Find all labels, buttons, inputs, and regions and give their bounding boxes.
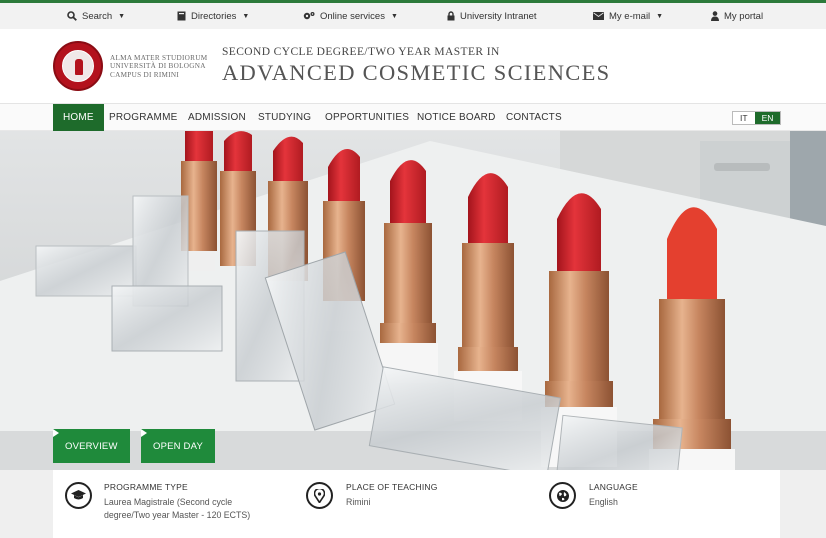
programme-info-panel: PROGRAMME TYPE Laurea Magistrale (Second… <box>53 470 780 538</box>
directories-menu[interactable]: Directories ▼ <box>177 3 249 29</box>
university-name[interactable]: ALMA MATER STUDIORUM UNIVERSITÀ DI BOLOG… <box>110 54 207 79</box>
book-icon <box>177 11 186 21</box>
place-of-teaching-label: PLACE OF TEACHING <box>346 482 438 492</box>
nav-item-contacts[interactable]: CONTACTS <box>506 104 562 131</box>
user-icon <box>711 11 719 21</box>
programme-info-strip: PROGRAMME TYPE Laurea Magistrale (Second… <box>0 470 826 538</box>
my-email-menu-label: My e-mail <box>609 10 651 22</box>
university-seal-logo[interactable] <box>53 41 103 91</box>
nav-item-opportunities[interactable]: OPPORTUNITIES <box>325 104 409 131</box>
open-day-button-label: OPEN DAY <box>153 440 203 452</box>
university-intranet-label: University Intranet <box>460 10 537 22</box>
programme-type-label: PROGRAMME TYPE <box>104 482 188 492</box>
utility-bar: Search ▼ Directories ▼ Online services ▼… <box>0 0 826 29</box>
language-label: LANGUAGE <box>589 482 638 492</box>
envelope-icon <box>593 12 604 20</box>
university-intranet-link[interactable]: University Intranet <box>447 3 537 29</box>
language-value: English <box>589 497 618 507</box>
programme-type-value: Laurea Magistrale (Second cycle degree/T… <box>104 496 250 522</box>
overview-button[interactable]: OVERVIEW <box>53 429 130 463</box>
chevron-down-icon: ▼ <box>390 12 398 20</box>
language-en[interactable]: EN <box>754 112 781 124</box>
chevron-down-icon: ▼ <box>242 12 250 20</box>
directories-menu-label: Directories <box>191 10 237 22</box>
nav-item-studying[interactable]: STUDYING <box>258 104 311 131</box>
online-services-menu[interactable]: Online services ▼ <box>303 3 398 29</box>
chevron-down-icon: ▼ <box>118 12 126 20</box>
search-menu-label: Search <box>82 10 113 22</box>
open-day-button[interactable]: OPEN DAY <box>141 429 215 463</box>
search-menu[interactable]: Search ▼ <box>67 3 125 29</box>
nav-item-notice-board[interactable]: NOTICE BOARD <box>417 104 496 131</box>
triangle-right-icon <box>141 429 147 437</box>
my-portal-link[interactable]: My portal <box>711 3 763 29</box>
degree-subtitle: SECOND CYCLE DEGREE/TWO YEAR MASTER IN <box>222 46 500 58</box>
nav-item-programme[interactable]: PROGRAMME <box>109 104 177 131</box>
my-email-menu[interactable]: My e-mail ▼ <box>593 3 663 29</box>
map-pin-icon <box>306 482 333 509</box>
triangle-right-icon <box>53 429 59 437</box>
hero-photo-lipsticks <box>0 131 826 470</box>
nav-item-admission[interactable]: ADMISSION <box>188 104 246 131</box>
search-icon <box>67 11 77 21</box>
online-services-menu-label: Online services <box>320 10 385 22</box>
language-switch: IT EN <box>732 111 782 125</box>
chevron-down-icon: ▼ <box>656 12 664 20</box>
degree-title[interactable]: ADVANCED COSMETIC SCIENCES <box>222 60 610 86</box>
language-it[interactable]: IT <box>733 112 755 124</box>
university-line: CAMPUS DI RIMINI <box>110 70 180 79</box>
globe-icon <box>549 482 576 509</box>
overview-button-label: OVERVIEW <box>65 440 118 452</box>
my-portal-label: My portal <box>724 10 764 22</box>
hero-banner: OVERVIEW OPEN DAY <box>0 131 826 470</box>
gears-icon <box>303 12 315 20</box>
lock-icon <box>447 11 455 21</box>
seal-center <box>62 50 94 82</box>
seal-figure <box>75 59 83 75</box>
place-of-teaching-value: Rimini <box>346 497 371 507</box>
programme-type-value-line: degree/Two year Master - 120 ECTS) <box>104 510 251 520</box>
programme-type-value-line: Laurea Magistrale (Second cycle <box>104 497 233 507</box>
university-line: UNIVERSITÀ DI BOLOGNA <box>110 62 206 71</box>
graduation-cap-icon <box>65 482 92 509</box>
site-header: ALMA MATER STUDIORUM UNIVERSITÀ DI BOLOG… <box>0 29 826 104</box>
main-nav: HOME PROGRAMME ADMISSION STUDYING OPPORT… <box>0 104 826 131</box>
nav-item-home[interactable]: HOME <box>53 104 104 131</box>
